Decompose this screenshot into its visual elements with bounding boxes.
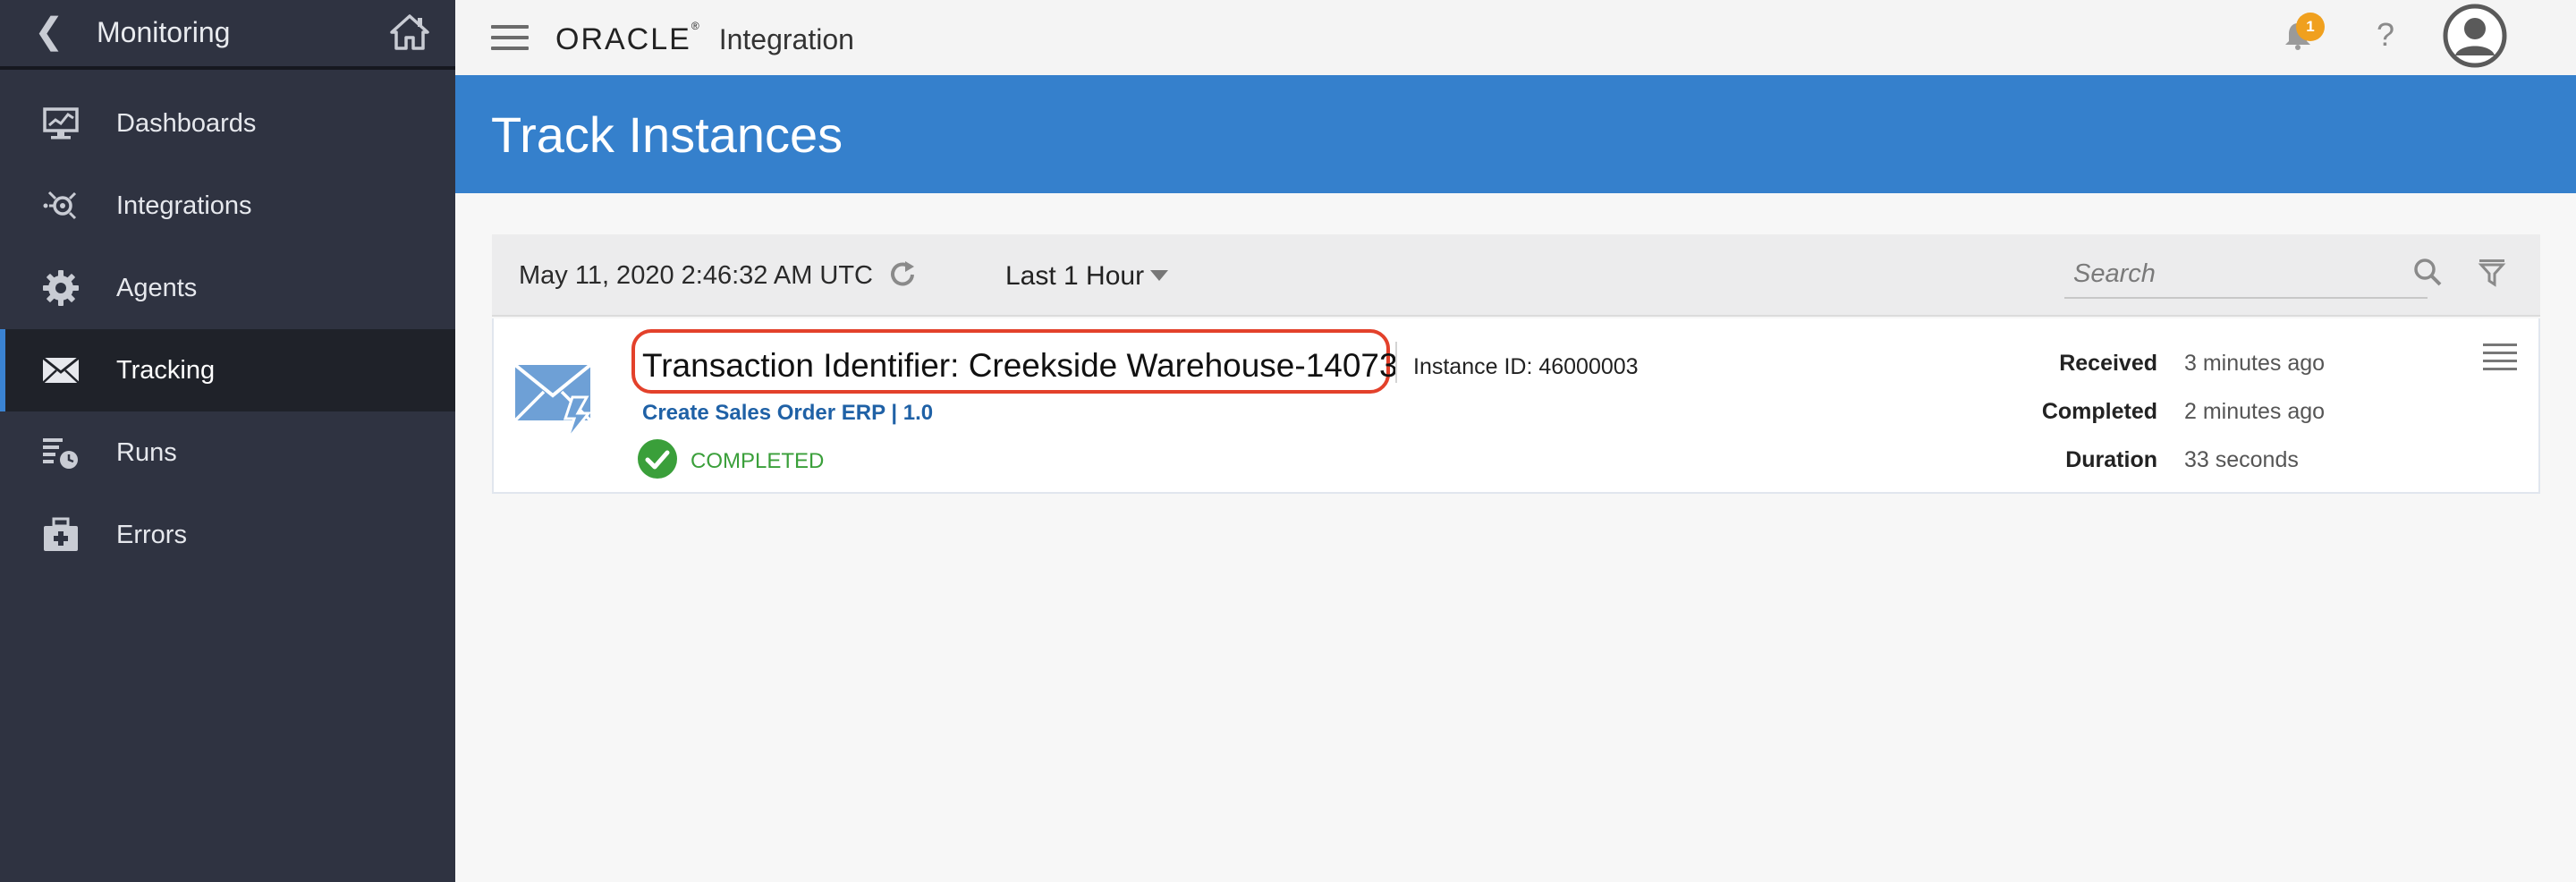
sidebar-item-label: Integrations: [116, 191, 252, 220]
sidebar-nav: Dashboards Integrations Agents Tracking …: [0, 82, 455, 576]
toolbox-icon: [44, 517, 78, 551]
sidebar-item-integrations[interactable]: Integrations: [0, 165, 455, 247]
brand-product: Integration: [718, 23, 854, 55]
check-circle-icon: [638, 439, 677, 479]
sidebar: ❮ Monitoring Dashboards Integrations Age…: [0, 0, 455, 882]
time-range-dropdown[interactable]: Last 1 Hour: [1005, 261, 1144, 292]
sidebar-item-errors[interactable]: Errors: [0, 494, 455, 576]
notification-count-badge[interactable]: 1: [2296, 13, 2325, 41]
user-avatar-icon[interactable]: [2443, 4, 2507, 68]
hamburger-menu-icon[interactable]: [491, 25, 529, 50]
status-badge: COMPLETED: [691, 449, 825, 473]
runs-list-icon: [43, 438, 78, 469]
received-value: 3 minutes ago: [2184, 351, 2326, 376]
completed-label: Completed: [2041, 399, 2157, 424]
sidebar-header: ❮ Monitoring: [0, 0, 455, 70]
help-icon[interactable]: ?: [2377, 16, 2394, 54]
top-bar: ORACLE® Integration 1 ?: [455, 0, 2576, 75]
brand-logo: ORACLE® Integration: [555, 20, 854, 57]
back-chevron-icon[interactable]: ❮: [34, 11, 64, 52]
sidebar-title: Monitoring: [97, 16, 231, 48]
chevron-down-icon[interactable]: [1150, 270, 1168, 281]
page-banner: Track Instances: [455, 75, 2576, 193]
datestamp: May 11, 2020 2:46:32 AM UTC: [519, 261, 874, 290]
transaction-identifier: Transaction Identifier: Creekside Wareho…: [642, 347, 1398, 384]
sidebar-item-label: Runs: [116, 437, 177, 467]
sidebar-item-label: Agents: [116, 273, 198, 302]
sidebar-item-label: Dashboards: [116, 108, 257, 138]
page-title: Track Instances: [491, 106, 843, 163]
filter-icon[interactable]: [2476, 256, 2508, 288]
search-icon[interactable]: [2411, 256, 2444, 288]
row-menu-icon[interactable]: [2483, 343, 2517, 370]
instance-id: Instance ID: 46000003: [1413, 354, 1639, 379]
sidebar-item-agents[interactable]: Agents: [0, 247, 455, 329]
integrations-icon: [43, 191, 77, 220]
completed-value: 2 minutes ago: [2184, 399, 2326, 424]
home-icon[interactable]: [388, 11, 431, 54]
sidebar-item-dashboards[interactable]: Dashboards: [0, 82, 455, 165]
received-label: Received: [2059, 351, 2157, 376]
brand-oracle: ORACLE: [555, 22, 691, 56]
filter-bar: May 11, 2020 2:46:32 AM UTC Last 1 Hour: [492, 234, 2540, 317]
sidebar-item-label: Errors: [116, 520, 187, 549]
search-input[interactable]: [2064, 250, 2428, 299]
instance-card[interactable]: Transaction Identifier: Creekside Wareho…: [492, 318, 2540, 494]
integration-flow-link[interactable]: Create Sales Order ERP | 1.0: [642, 401, 933, 426]
brand-registered-mark: ®: [691, 20, 699, 32]
dashboard-monitor-icon: [43, 107, 79, 140]
duration-label: Duration: [2065, 447, 2157, 472]
refresh-icon[interactable]: [886, 258, 919, 292]
gear-icon: [43, 270, 79, 306]
sidebar-item-label: Tracking: [116, 355, 216, 385]
duration-value: 33 seconds: [2184, 447, 2299, 472]
sidebar-item-tracking[interactable]: Tracking: [0, 329, 455, 411]
envelope-icon: [42, 356, 80, 384]
envelope-lightning-icon: [513, 363, 592, 441]
divider: [1395, 342, 1397, 383]
sidebar-item-runs[interactable]: Runs: [0, 411, 455, 494]
